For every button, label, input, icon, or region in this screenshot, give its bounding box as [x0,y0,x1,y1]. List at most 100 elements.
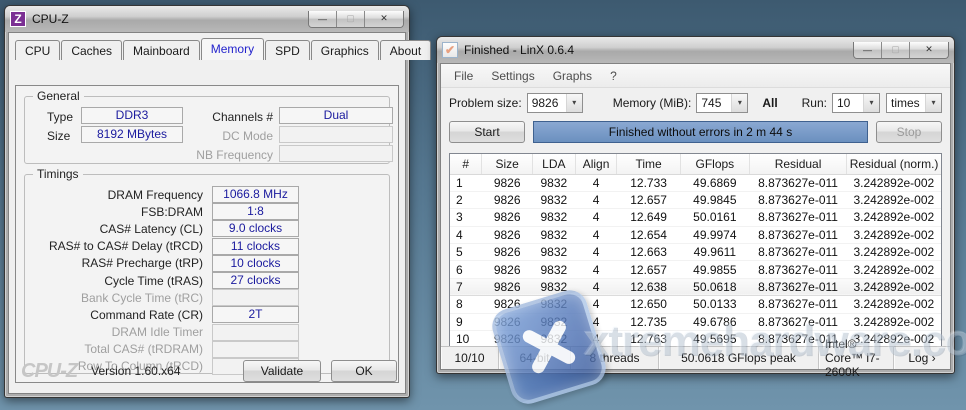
times-select[interactable]: times ▾ [886,93,942,113]
table-row[interactable]: 1 9826 9832 4 12.733 49.6869 8.873627e-0… [450,174,941,191]
close-icon[interactable]: ✕ [365,11,403,27]
cpuz-tab[interactable]: Caches [61,40,122,60]
linx-window-controls: — ▢ ✕ [853,42,949,59]
type-label: Type [47,110,73,124]
cell-lda: 9832 [532,261,575,278]
problem-size-select[interactable]: 9826 ▾ [527,93,583,113]
cpuz-titlebar[interactable]: Z CPU-Z — ▢ ✕ [5,6,409,32]
timing-value-field[interactable]: 9.0 clocks [212,220,299,237]
timing-row: CAS# Latency (CL) 9.0 clocks [25,220,389,237]
run-select[interactable]: 10 ▾ [832,93,880,113]
maximize-icon[interactable]: ▢ [882,42,910,58]
cell-residual-norm: 3.242892e-002 [847,278,941,295]
minimize-icon[interactable]: — [854,42,882,58]
chevron-down-icon: ▾ [925,94,941,112]
cell-gflops: 49.9974 [680,226,749,243]
results-header-row: #SizeLDAAlignTimeGFlopsResidualResidual … [450,154,941,174]
menu-item[interactable]: File [445,66,482,86]
cell-size: 9826 [482,261,533,278]
timing-value-field[interactable]: 1066.8 MHz [212,186,299,203]
column-header[interactable]: LDA [532,154,575,174]
column-header[interactable]: Residual [749,154,846,174]
cpuz-tab[interactable]: Mainboard [123,40,200,60]
cell-align: 4 [575,209,617,226]
cell-residual-norm: 3.242892e-002 [847,209,941,226]
cell-time: 12.733 [617,174,680,191]
status-run-count: 10/10 [441,347,499,369]
column-header[interactable]: Size [482,154,533,174]
linx-action-row: Start Finished without errors in 2 m 44 … [441,117,950,147]
chevron-down-icon: ▾ [731,94,747,112]
log-button[interactable]: Log › [894,347,950,369]
table-row[interactable]: 6 9826 9832 4 12.657 49.9855 8.873627e-0… [450,261,941,278]
stop-button[interactable]: Stop [876,121,942,143]
timings-groupbox: Timings DRAM Frequency 1066.8 MHz FSB:DR… [24,174,390,374]
cell-size: 9826 [482,296,533,313]
validate-button[interactable]: Validate [243,360,321,382]
table-row[interactable]: 7 9826 9832 4 12.638 50.0618 8.873627e-0… [450,278,941,295]
cell-residual-norm: 3.242892e-002 [847,313,941,330]
column-header[interactable]: Align [575,154,617,174]
cell-align: 4 [575,313,617,330]
chevron-down-icon: ▾ [863,94,879,112]
cell-run-number: 6 [450,261,482,278]
column-header[interactable]: # [450,154,482,174]
type-field[interactable]: DDR3 [81,107,183,124]
cell-gflops: 49.9845 [680,191,749,208]
cpuz-tab[interactable]: SPD [265,40,310,60]
timing-row: Cycle Time (tRAS) 27 clocks [25,272,389,289]
cpuz-memory-panel: General Type DDR3 Size 8192 MBytes Chann… [15,85,399,383]
cell-align: 4 [575,174,617,191]
cell-align: 4 [575,296,617,313]
menu-item[interactable]: Settings [482,66,543,86]
timing-value-field[interactable]: 27 clocks [212,272,299,289]
timing-value-field[interactable]: 1:8 [212,203,299,220]
column-header[interactable]: GFlops [680,154,749,174]
memory-select[interactable]: 745 ▾ [696,93,748,113]
menu-item[interactable]: Graphs [544,66,601,86]
cpuz-tab[interactable]: Graphics [311,40,379,60]
timing-label: RAS# Precharge (tRP) [25,256,212,270]
cpuz-tab[interactable]: Memory [201,38,264,60]
cell-residual: 8.873627e-011 [749,209,846,226]
timing-value-field[interactable]: 2T [212,306,299,323]
cell-run-number: 4 [450,226,482,243]
table-row[interactable]: 3 9826 9832 4 12.649 50.0161 8.873627e-0… [450,209,941,226]
cell-align: 4 [575,261,617,278]
cpuz-tab[interactable]: CPU [15,40,60,60]
cell-time: 12.657 [617,191,680,208]
timing-value-field[interactable]: 10 clocks [212,255,299,272]
maximize-icon[interactable]: ▢ [337,11,365,27]
timing-value-field[interactable] [212,289,299,306]
timing-value-field[interactable] [212,324,299,341]
cell-lda: 9832 [532,278,575,295]
cell-run-number: 3 [450,209,482,226]
cell-run-number: 5 [450,244,482,261]
cell-residual: 8.873627e-011 [749,191,846,208]
table-row[interactable]: 5 9826 9832 4 12.663 49.9611 8.873627e-0… [450,244,941,261]
table-row[interactable]: 9 9826 9832 4 12.735 49.6786 8.873627e-0… [450,313,941,330]
timing-value-field[interactable]: 11 clocks [212,238,299,255]
cell-lda: 9832 [532,174,575,191]
column-header[interactable]: Time [617,154,680,174]
table-row[interactable]: 8 9826 9832 4 12.650 50.0133 8.873627e-0… [450,296,941,313]
minimize-icon[interactable]: — [309,11,337,27]
column-header[interactable]: Residual (norm.) [847,154,941,174]
cpuz-client-area: CPUCachesMainboardMemorySPDGraphicsAbout… [8,32,406,394]
cell-lda: 9832 [532,209,575,226]
cpuz-tab[interactable]: About [380,40,431,60]
ok-button[interactable]: OK [331,360,397,382]
table-row[interactable]: 4 9826 9832 4 12.654 49.9974 8.873627e-0… [450,226,941,243]
cell-residual-norm: 3.242892e-002 [847,226,941,243]
chevron-down-icon: ▾ [566,94,582,112]
general-groupbox: General Type DDR3 Size 8192 MBytes Chann… [24,96,390,164]
close-icon[interactable]: ✕ [910,42,948,58]
cell-size: 9826 [482,313,533,330]
timing-row: FSB:DRAM 1:8 [25,203,389,220]
menu-item[interactable]: ? [601,66,626,86]
channels-field[interactable]: Dual [279,107,393,124]
table-row[interactable]: 2 9826 9832 4 12.657 49.9845 8.873627e-0… [450,191,941,208]
linx-titlebar[interactable]: ✔ Finished - LinX 0.6.4 — ▢ ✕ [437,37,954,63]
size-field[interactable]: 8192 MBytes [81,126,183,143]
start-button[interactable]: Start [449,121,525,143]
